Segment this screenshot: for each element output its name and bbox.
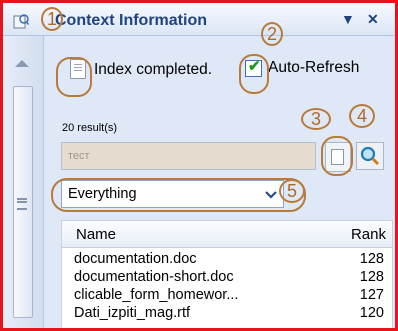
table-row[interactable]: clicable_form_homewor... 127 <box>62 287 392 305</box>
table-row[interactable]: documentation-short.doc 128 <box>62 269 392 287</box>
context-information-panel: Context Information ▼ ✕ Index completed.… <box>0 0 398 331</box>
auto-refresh-label[interactable]: Auto-Refresh <box>268 59 359 77</box>
callout-1: 1 <box>41 7 63 31</box>
context-button-highlight <box>321 136 353 176</box>
checkbox-highlight <box>239 54 269 94</box>
scrollbar-grip-icon <box>17 198 27 210</box>
table-row[interactable]: Dati_izpiti_mag.rtf 120 <box>62 305 392 323</box>
panel-title: Context Information <box>55 12 207 29</box>
column-header-name[interactable]: Name <box>76 226 116 243</box>
callout-3: 3 <box>301 108 331 130</box>
scroll-up-arrow-icon[interactable] <box>15 60 29 67</box>
row-rank: 127 <box>359 287 384 303</box>
callout-2: 2 <box>261 22 283 46</box>
close-button[interactable]: ✕ <box>367 11 379 28</box>
row-rank: 128 <box>359 251 384 267</box>
row-rank: 120 <box>359 305 384 321</box>
row-name: clicable_form_homewor... <box>74 287 239 303</box>
list-header: Name Rank <box>62 221 392 248</box>
row-name: documentation-short.doc <box>74 269 234 285</box>
dropdown-highlight <box>51 178 306 212</box>
table-row[interactable]: documentation.doc 128 <box>62 251 392 269</box>
search-input[interactable] <box>61 142 316 170</box>
context-information-icon <box>13 14 29 29</box>
panel-menu-button[interactable]: ▼ <box>341 11 355 27</box>
vertical-scrollbar[interactable] <box>3 36 44 328</box>
row-name: documentation.doc <box>74 251 197 267</box>
callout-4: 4 <box>349 104 375 128</box>
results-count: 20 result(s) <box>62 122 118 134</box>
index-status-text: Index completed. <box>94 61 213 78</box>
results-list: Name Rank documentation.doc 128 document… <box>61 220 393 328</box>
search-icon[interactable] <box>356 142 384 170</box>
column-header-rank[interactable]: Rank <box>351 226 386 243</box>
status-icon-highlight <box>56 57 92 97</box>
row-name: Dati_izpiti_mag.rtf <box>74 305 191 321</box>
row-rank: 128 <box>359 269 384 285</box>
